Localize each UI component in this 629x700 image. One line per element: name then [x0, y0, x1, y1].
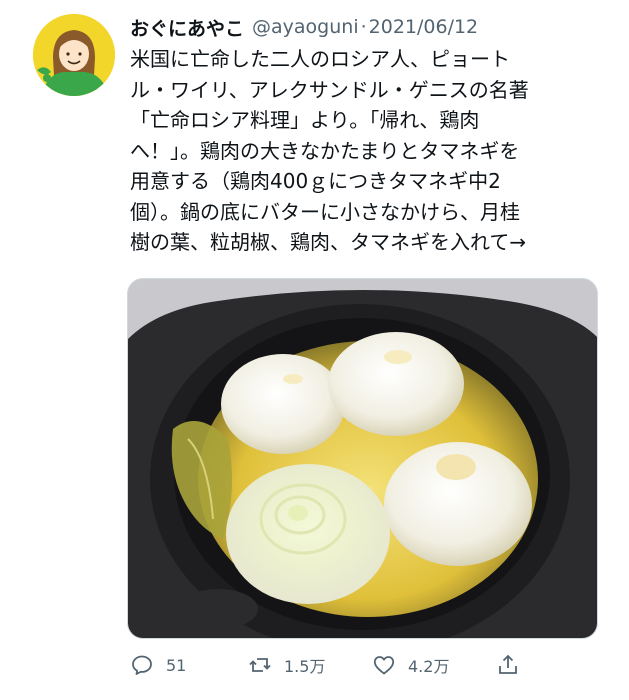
- reply-button[interactable]: 51: [130, 648, 186, 682]
- tweet-header: おぐにあやこ @ayaoguni · 2021/06/12: [130, 12, 478, 42]
- avatar-illustration: [33, 14, 115, 96]
- reply-count: 51: [166, 655, 187, 675]
- display-name[interactable]: おぐにあやこ: [130, 14, 244, 41]
- share-button[interactable]: [496, 648, 520, 682]
- tweet-text-line: 「亡命ロシア料理」より。「帰れ、鶏肉: [130, 108, 480, 132]
- avatar[interactable]: [33, 14, 115, 96]
- tweet-text-line: 樹の葉、粒胡椒、鶏肉、タマネギを入れて→: [130, 230, 527, 254]
- tweet-date[interactable]: 2021/06/12: [369, 16, 479, 38]
- separator-dot: ·: [360, 16, 367, 38]
- retweet-icon: [249, 658, 271, 672]
- retweet-button[interactable]: 1.5万: [248, 648, 325, 682]
- tweet-photo[interactable]: [127, 278, 598, 639]
- retweet-count: 1.5万: [284, 657, 326, 676]
- share-icon: [499, 654, 517, 674]
- tweet-text-line: 用意する（鶏肉400ｇにつきタマネギ中2: [130, 169, 501, 193]
- like-count: 4.2万: [408, 657, 450, 676]
- tweet-text: 米国に亡命した二人のロシア人、ピョート ル・ワイリ、アレクサンドル・ゲニスの名著…: [130, 44, 610, 258]
- tweet-text-line: 個）。鍋の底にバターに小さなかけら、月桂: [130, 199, 520, 224]
- like-button[interactable]: 4.2万: [372, 648, 449, 682]
- reply-icon: [132, 655, 152, 675]
- user-handle[interactable]: @ayaoguni: [252, 16, 359, 38]
- tweet-text-line: ル・ワイリ、アレクサンドル・ゲニスの名著: [130, 77, 529, 102]
- tweet-text-line: 米国に亡命した二人のロシア人、ピョート: [130, 47, 510, 71]
- tweet-actions: 51 1.5万 4.2万: [130, 648, 520, 682]
- onion-pot-image: [128, 279, 597, 638]
- heart-icon: [373, 656, 395, 675]
- tweet-text-line: へ！」。鶏肉の大きなかたまりとタマネギを: [130, 138, 520, 163]
